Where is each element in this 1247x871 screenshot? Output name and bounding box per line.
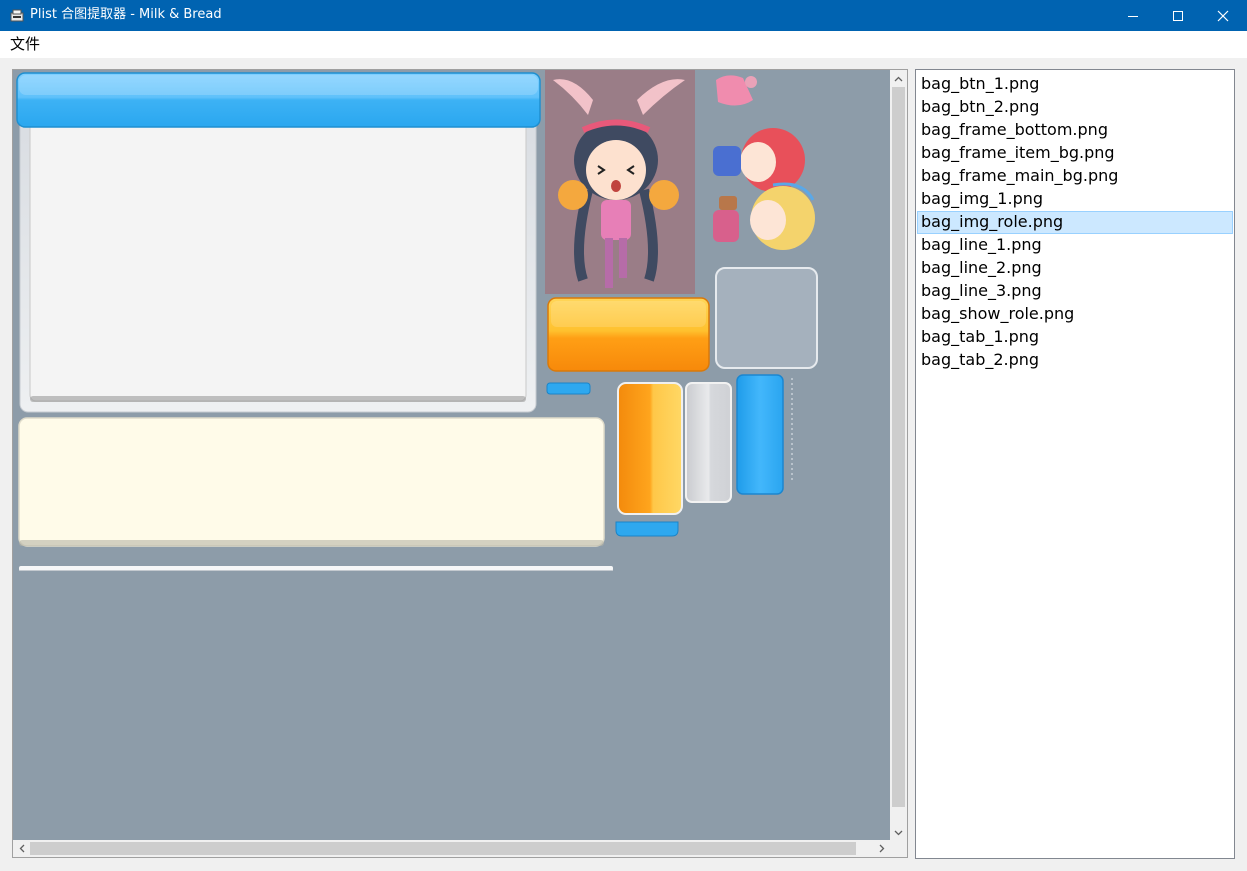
sprite-file-list[interactable]: bag_btn_1.png bag_btn_2.png bag_frame_bott… (915, 69, 1235, 859)
scroll-right-arrow[interactable] (873, 840, 890, 857)
maximize-button[interactable] (1155, 0, 1201, 31)
file-list-item[interactable]: bag_btn_1.png (917, 73, 1233, 96)
sprite-tab-gray (685, 382, 732, 503)
file-list-item[interactable]: bag_img_role.png (917, 211, 1233, 234)
app-icon (10, 9, 24, 22)
vertical-scroll-thumb[interactable] (892, 87, 905, 807)
atlas-preview-panel (12, 69, 908, 858)
window-title: Plist 合图提取器 - Milk & Bread (30, 7, 222, 22)
vertical-scrollbar[interactable] (890, 70, 907, 841)
scroll-left-arrow[interactable] (13, 840, 30, 857)
sprite-frame-item-bg (18, 417, 605, 547)
sprite-frame-inner (29, 117, 527, 402)
sprite-show-role (545, 70, 695, 294)
file-list-item[interactable]: bag_frame_main_bg.png (917, 165, 1233, 188)
chevron-up-icon (894, 76, 903, 81)
scroll-up-arrow[interactable] (890, 70, 907, 87)
menu-bar: 文件 (0, 31, 1247, 59)
file-list-item[interactable]: bag_show_role.png (917, 303, 1233, 326)
sprite-img-role (713, 75, 815, 250)
scrollbar-corner (890, 840, 907, 857)
sprite-line-2 (546, 382, 591, 395)
horizontal-scrollbar[interactable] (13, 840, 890, 857)
menu-file[interactable]: 文件 (8, 35, 42, 54)
file-list-item[interactable]: bag_line_1.png (917, 234, 1233, 257)
minimize-button[interactable] (1110, 0, 1156, 31)
sprite-btn-gray (715, 267, 818, 369)
atlas-image (16, 70, 818, 571)
sprite-btn-blue-small (615, 521, 679, 537)
file-list-item[interactable]: bag_line_2.png (917, 257, 1233, 280)
close-icon (1217, 10, 1229, 21)
close-button[interactable] (1200, 0, 1246, 31)
chevron-left-icon (19, 844, 24, 853)
chevron-right-icon (879, 844, 884, 853)
scroll-down-arrow[interactable] (890, 824, 907, 841)
chevron-down-icon (894, 830, 903, 835)
file-list-item[interactable]: bag_line_3.png (917, 280, 1233, 303)
file-list-item[interactable]: bag_btn_2.png (917, 96, 1233, 119)
file-list-item[interactable]: bag_frame_bottom.png (917, 119, 1233, 142)
maximize-icon (1173, 10, 1183, 21)
file-list-item[interactable]: bag_tab_1.png (917, 326, 1233, 349)
sprite-tab-blue-v (736, 374, 784, 495)
file-list-item[interactable]: bag_tab_2.png (917, 349, 1233, 372)
minimize-icon (1128, 15, 1138, 17)
sprite-tab-orange (617, 382, 683, 515)
horizontal-scroll-thumb[interactable] (30, 842, 856, 855)
file-list-item[interactable]: bag_frame_item_bg.png (917, 142, 1233, 165)
atlas-canvas[interactable] (13, 70, 890, 841)
title-bar: Plist 合图提取器 - Milk & Bread (0, 0, 1247, 31)
file-list-item[interactable]: bag_img_1.png (917, 188, 1233, 211)
